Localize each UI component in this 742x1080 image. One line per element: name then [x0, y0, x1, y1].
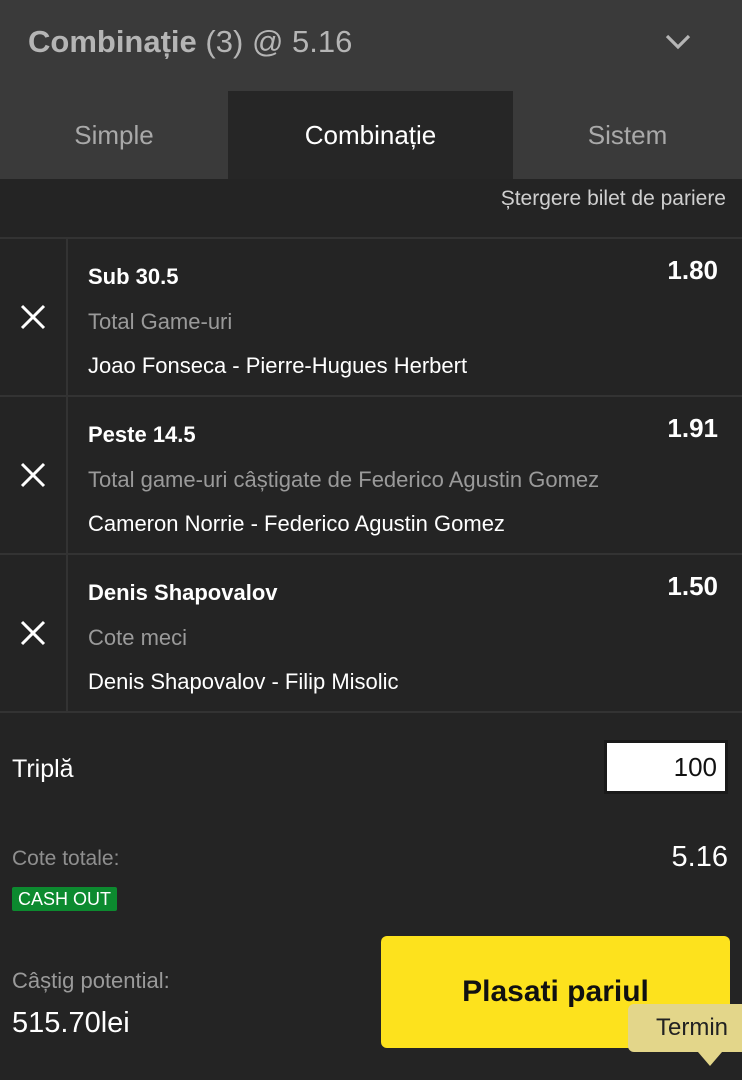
- remove-selection-button[interactable]: [0, 239, 68, 395]
- stake-label: Triplă: [12, 755, 74, 783]
- betslip-header[interactable]: Combinație (3) @ 5.16: [0, 0, 742, 91]
- tab-combinatie[interactable]: Combinație: [228, 91, 513, 179]
- event-name: Denis Shapovalov - Filip Misolic: [88, 669, 399, 694]
- tab-sistem[interactable]: Sistem: [513, 91, 742, 179]
- betslip-title: Combinație (3) @ 5.16: [28, 24, 352, 60]
- close-icon: [20, 304, 46, 330]
- remove-selection-button[interactable]: [0, 555, 68, 711]
- selection-name: Peste 14.5: [88, 422, 196, 447]
- close-icon: [20, 462, 46, 488]
- selection-name: Denis Shapovalov: [88, 580, 278, 605]
- close-icon: [20, 620, 46, 646]
- chevron-down-icon[interactable]: [664, 28, 692, 56]
- potential-win-value: 515.70lei: [12, 1007, 130, 1039]
- event-name: Joao Fonseca - Pierre-Hugues Herbert: [88, 353, 468, 378]
- bet-selection: Peste 14.5 Total game-uri câștigate de F…: [0, 395, 742, 553]
- tab-simple[interactable]: Simple: [0, 91, 228, 179]
- betslip-tabs: Simple Combinație Sistem: [0, 91, 742, 179]
- selection-odds: 1.80: [667, 255, 718, 285]
- combined-odds: @ 5.16: [251, 24, 353, 59]
- selection-name: Sub 30.5: [88, 264, 179, 289]
- betslip-type-label: Combinație: [28, 24, 197, 59]
- market-name: Total Game-uri: [88, 309, 233, 334]
- bet-selection: Sub 30.5 Total Game-uri Joao Fonseca - P…: [0, 237, 742, 395]
- event-name: Cameron Norrie - Federico Agustin Gomez: [88, 511, 505, 536]
- clear-row: Ștergere bilet de pariere: [0, 179, 742, 238]
- tooltip-arrow: [698, 1052, 722, 1066]
- selection-odds: 1.91: [667, 413, 718, 443]
- bet-selection: Denis Shapovalov Cote meci Denis Shapova…: [0, 553, 742, 711]
- selection-odds: 1.50: [667, 571, 718, 601]
- market-name: Cote meci: [88, 625, 188, 650]
- cashout-badge: CASH OUT: [12, 887, 118, 911]
- stake-input[interactable]: [604, 740, 728, 794]
- remove-selection-button[interactable]: [0, 397, 68, 553]
- potential-win-label: Câștig potential:: [12, 968, 170, 993]
- tooltip: Termin: [628, 1004, 742, 1052]
- total-odds-label: Cote totale:: [12, 847, 120, 870]
- selection-count: (3): [205, 24, 244, 59]
- clear-betslip-link[interactable]: Ștergere bilet de pariere: [501, 187, 726, 211]
- total-odds-value: 5.16: [671, 841, 728, 873]
- market-name: Total game-uri câștigate de Federico Agu…: [88, 467, 600, 492]
